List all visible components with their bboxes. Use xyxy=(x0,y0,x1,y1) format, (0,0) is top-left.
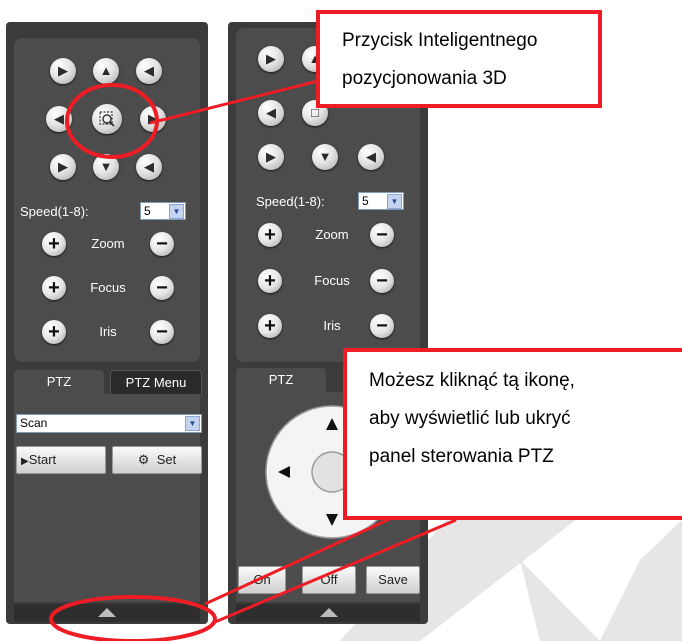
highlight-3d-button xyxy=(65,83,159,159)
callout-line: Możesz kliknąć tą ikonę, xyxy=(369,370,575,391)
highlight-toggle-button xyxy=(49,595,217,641)
callout-line: panel sterowania PTZ xyxy=(369,446,554,467)
callout-3d-positioning: Przycisk Inteligentnego pozycjonowania 3… xyxy=(316,10,602,108)
callout-toggle-panel: Możesz kliknąć tą ikonę, aby wyświetlić … xyxy=(343,348,682,520)
callout-line: pozycjonowania 3D xyxy=(342,68,507,89)
callout-line: Przycisk Inteligentnego xyxy=(342,30,538,51)
callout-pointer-bottom-2 xyxy=(214,518,457,624)
callout-line: aby wyświetlić lub ukryć xyxy=(369,408,571,429)
